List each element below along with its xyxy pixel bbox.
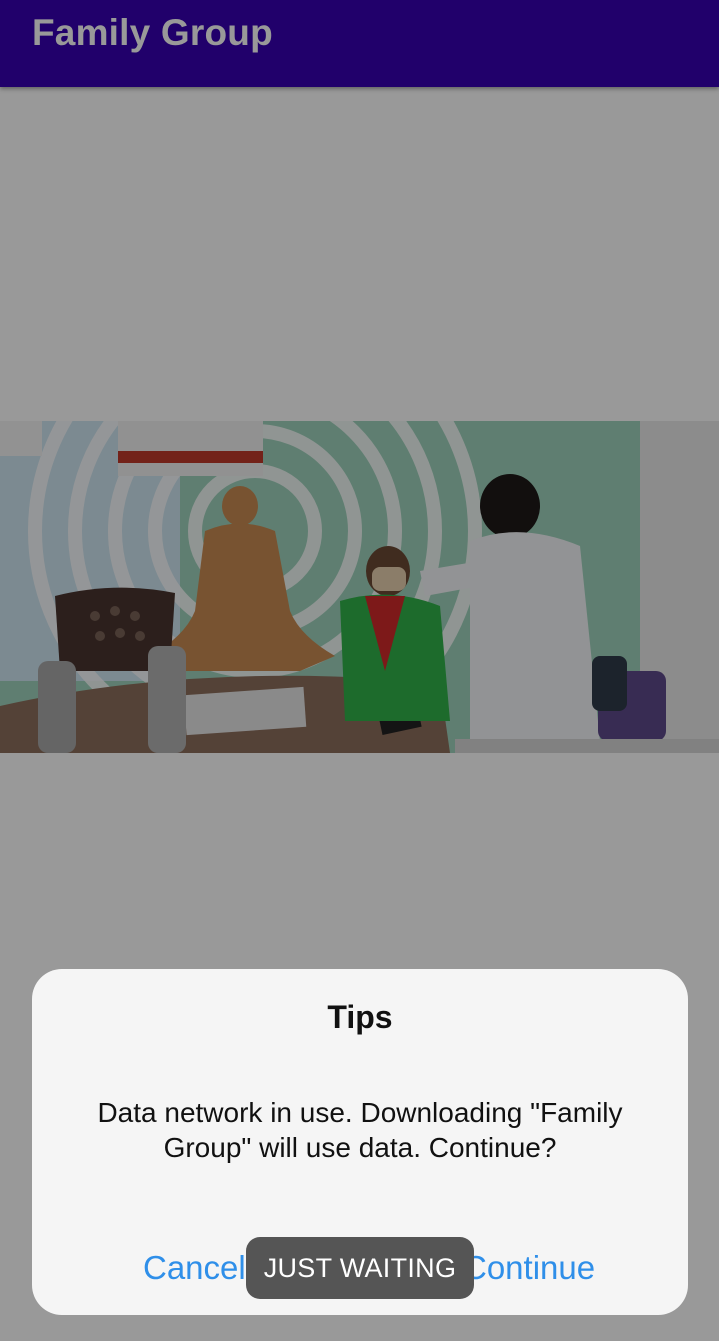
dialog-title: Tips bbox=[327, 999, 393, 1035]
dialog-message: Data network in use. Downloading "Family… bbox=[97, 1097, 623, 1163]
continue-button[interactable]: Continue bbox=[463, 1249, 595, 1287]
cancel-button[interactable]: Cancel bbox=[143, 1249, 246, 1287]
toast-message: JUST WAITING bbox=[246, 1237, 474, 1299]
